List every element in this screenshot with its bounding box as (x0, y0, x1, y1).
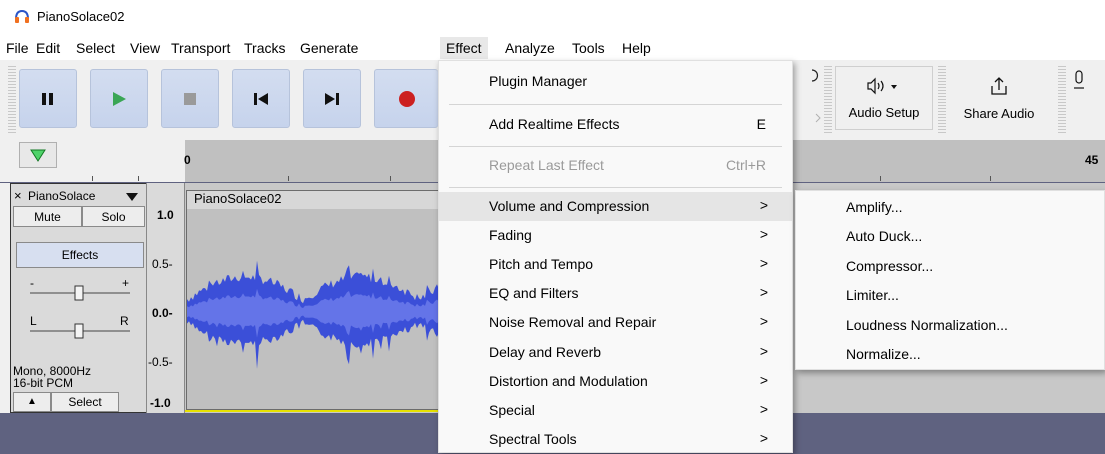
submenu-limiter[interactable]: Limiter... (796, 281, 1104, 310)
scale-label-neg-0-5: -0.5- (148, 355, 173, 369)
chevron-right-icon: > (759, 197, 768, 213)
timeline-tick-45: 45 (1085, 153, 1099, 167)
pan-slider[interactable] (28, 322, 132, 340)
chevron-right-icon: > (759, 284, 768, 300)
chevron-right-icon: > (759, 430, 768, 446)
track-close-button[interactable]: × (14, 188, 22, 203)
effect-menu: Plugin Manager Add Realtime Effects E Re… (438, 60, 793, 453)
pause-icon (42, 92, 53, 105)
play-button[interactable] (90, 69, 148, 128)
menu-add-realtime-effects[interactable]: Add Realtime Effects E (439, 110, 792, 139)
skip-end-icon (325, 92, 339, 105)
volume-compression-submenu: Amplify... Auto Duck... Compressor... Li… (795, 190, 1105, 370)
stop-button[interactable] (161, 69, 219, 128)
toolbar-grip-3[interactable] (938, 66, 946, 134)
tick-mark (288, 176, 289, 181)
menu-eq-filters[interactable]: EQ and Filters > (439, 279, 792, 308)
submenu-amplify[interactable]: Amplify... (796, 193, 1104, 222)
menu-spectral-tools[interactable]: Spectral Tools > (439, 425, 792, 454)
tick-mark (880, 176, 881, 181)
tick-mark (92, 176, 93, 181)
play-icon (113, 91, 126, 106)
record-icon (398, 90, 415, 107)
scale-label-0-5: 0.5- (152, 257, 173, 271)
solo-button[interactable]: Solo (82, 206, 145, 227)
menu-analyze[interactable]: Analyze (505, 40, 555, 56)
menu-noise-removal[interactable]: Noise Removal and Repair > (439, 308, 792, 337)
left-margin (0, 183, 10, 413)
audio-setup-label: Audio Setup (848, 104, 920, 120)
share-audio-button[interactable]: Share Audio (950, 66, 1048, 130)
speaker-icon (867, 77, 897, 94)
menu-tracks[interactable]: Tracks (244, 40, 285, 56)
menu-pitch-tempo[interactable]: Pitch and Tempo > (439, 250, 792, 279)
audacity-logo-icon (15, 9, 29, 23)
select-track-button[interactable]: Select (51, 392, 119, 412)
skip-to-end-button[interactable] (303, 69, 361, 128)
menu-generate[interactable]: Generate (300, 40, 358, 56)
effects-button[interactable]: Effects (16, 242, 144, 268)
toolbar-grip-2[interactable] (824, 66, 832, 134)
microphone-icon[interactable] (1072, 70, 1086, 92)
tick-mark (138, 176, 139, 181)
clip-name: PianoSolace02 (194, 191, 282, 206)
submenu-auto-duck[interactable]: Auto Duck... (796, 222, 1104, 251)
submenu-compressor[interactable]: Compressor... (796, 252, 1104, 281)
gain-slider[interactable] (28, 284, 132, 302)
menu-volume-compression[interactable]: Volume and Compression > (439, 192, 792, 221)
chevron-right-icon: > (759, 313, 768, 329)
scale-label-0: 0.0- (152, 306, 173, 320)
toolbar-grip[interactable] (8, 66, 16, 134)
track-format-bits: 16-bit PCM (13, 376, 74, 390)
skip-start-icon (254, 92, 268, 105)
tick-mark (990, 176, 991, 181)
menu-effect[interactable]: Effect (440, 37, 488, 59)
stop-icon (184, 92, 196, 105)
menu-repeat-last-effect: Repeat Last Effect Ctrl+R (489, 157, 766, 173)
menu-fading[interactable]: Fading > (439, 221, 792, 250)
dropdown-arrow-icon (126, 193, 138, 201)
toolbar-grip-4[interactable] (1058, 66, 1066, 134)
timeline-options-button[interactable] (19, 142, 57, 168)
tick-mark (390, 176, 391, 181)
scale-label-neg-1: -1.0 (150, 396, 171, 410)
menu-separator (449, 104, 782, 105)
triangle-down-icon (30, 149, 46, 162)
submenu-loudness-normalization[interactable]: Loudness Normalization... (796, 311, 1104, 340)
chevron-right-icon: > (759, 255, 768, 271)
pause-button[interactable] (19, 69, 77, 128)
menu-special[interactable]: Special > (439, 396, 792, 425)
menu-select[interactable]: Select (76, 40, 115, 56)
share-audio-label: Share Audio (963, 105, 1035, 121)
menu-help[interactable]: Help (622, 40, 651, 56)
audio-setup-button[interactable]: Audio Setup (835, 66, 933, 130)
chevron-right-icon: > (759, 372, 768, 388)
mute-button[interactable]: Mute (13, 206, 82, 227)
menu-separator (449, 187, 782, 188)
menu-plugin-manager[interactable]: Plugin Manager (439, 67, 792, 96)
menu-edit[interactable]: Edit (36, 40, 60, 56)
clip-bottom-line (185, 410, 441, 412)
chevron-right-icon: > (759, 343, 768, 359)
track-name-menu[interactable]: PianoSolace (28, 189, 95, 203)
menu-view[interactable]: View (130, 40, 160, 56)
scale-label-1: 1.0 (157, 208, 174, 222)
share-icon (991, 76, 1007, 95)
menu-distortion-modulation[interactable]: Distortion and Modulation > (439, 367, 792, 396)
window-title: PianoSolace02 (37, 9, 125, 24)
collapse-track-button[interactable]: ▲ (13, 392, 51, 412)
menu-transport[interactable]: Transport (171, 40, 230, 56)
menu-delay-reverb[interactable]: Delay and Reverb > (439, 338, 792, 367)
title-bar (0, 0, 1105, 34)
chevron-right-icon: > (759, 226, 768, 242)
waveform (187, 260, 441, 369)
menu-file[interactable]: File (6, 40, 29, 56)
chevron-right-icon: > (759, 401, 768, 417)
submenu-normalize[interactable]: Normalize... (796, 340, 1104, 369)
skip-to-start-button[interactable] (232, 69, 290, 128)
menu-tools[interactable]: Tools (572, 40, 605, 56)
record-button[interactable] (374, 69, 438, 128)
menu-separator (449, 146, 782, 147)
timeline-tick-0: 0 (184, 153, 191, 167)
